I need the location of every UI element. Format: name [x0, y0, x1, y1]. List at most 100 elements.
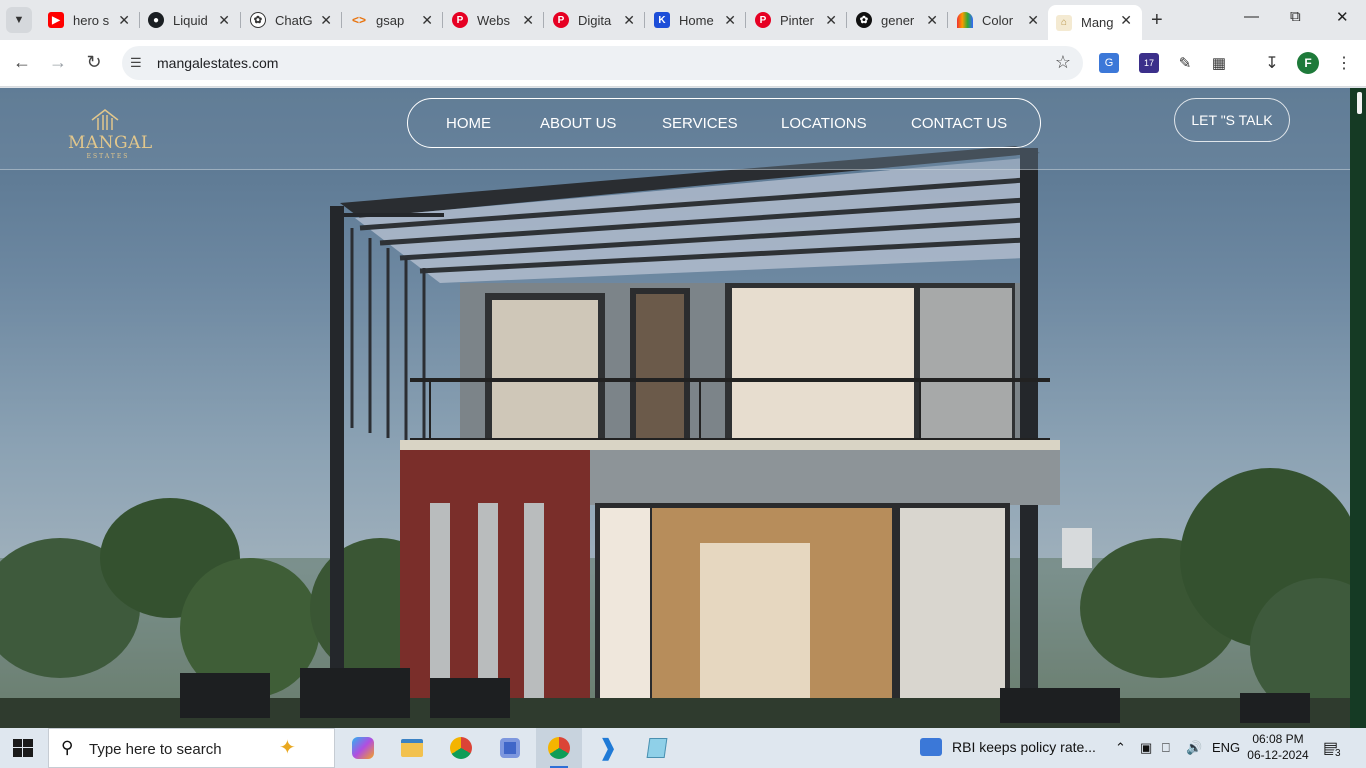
folder-icon: [401, 739, 423, 757]
news-widget[interactable]: RBI keeps policy rate...: [920, 738, 1096, 756]
nav-contact-us[interactable]: CONTACT US: [911, 115, 1007, 132]
taskbar-app-file-explorer[interactable]: [389, 728, 435, 768]
volume-icon[interactable]: 🔊: [1186, 740, 1202, 756]
tab-divider: [543, 12, 544, 28]
browser-tab[interactable]: P Webs ✕: [444, 5, 544, 35]
site-header: MANGAL ESTATES HOME ABOUT US SERVICES LO…: [0, 88, 1350, 170]
browser-tab[interactable]: P Digita ✕: [545, 5, 645, 35]
site-logo[interactable]: MANGAL ESTATES: [68, 108, 152, 160]
browser-tab[interactable]: K Home ✕: [646, 5, 746, 35]
lets-talk-button[interactable]: LET "S TALK: [1174, 98, 1290, 142]
restore-icon: ⧉: [1290, 8, 1301, 25]
address-bar[interactable]: ☰ mangalestates.com ☆: [122, 46, 1083, 80]
close-icon[interactable]: ✕: [118, 12, 130, 29]
page-scrollbar[interactable]: [1350, 88, 1366, 728]
browser-tab[interactable]: ● Liquid ✕: [140, 5, 240, 35]
pen-extension-icon[interactable]: ✎: [1175, 53, 1195, 73]
close-icon[interactable]: ✕: [926, 12, 938, 29]
taskbar-app-settings[interactable]: [487, 728, 533, 768]
browser-tab[interactable]: ✿ ChatG ✕: [242, 5, 342, 35]
tab-divider: [846, 12, 847, 28]
puzzle-extensions-icon[interactable]: ▦: [1209, 53, 1229, 73]
chrome-icon: [450, 737, 472, 759]
translate-extension-icon[interactable]: G: [1099, 53, 1119, 73]
taskbar-app-notepad[interactable]: [634, 728, 680, 768]
nav-about-us[interactable]: ABOUT US: [540, 115, 616, 132]
pinterest-icon: P: [755, 12, 771, 28]
browser-tab[interactable]: ✿ gener ✕: [848, 5, 948, 35]
show-hidden-icons-chevron-icon[interactable]: ⌃: [1115, 740, 1126, 756]
nav-locations[interactable]: LOCATIONS: [781, 115, 867, 132]
notification-count-badge: 3: [1333, 748, 1343, 759]
news-icon: [920, 738, 942, 756]
taskbar-app-chrome-profile[interactable]: [536, 728, 582, 768]
tab-title: ChatG: [275, 12, 313, 28]
browser-tab-active[interactable]: ⌂ Mang ✕: [1048, 5, 1142, 40]
url-text[interactable]: mangalestates.com: [157, 55, 278, 71]
tab-title: Color: [982, 12, 1014, 28]
taskbar-search[interactable]: ⚲ Type here to search ✦: [48, 728, 335, 768]
tab-divider: [240, 12, 241, 28]
browser-tab[interactable]: ▶ hero s ✕: [40, 5, 140, 35]
logo-subtitle: ESTATES: [86, 153, 130, 160]
tab-title: Digita: [578, 12, 612, 28]
hero-house-image: [0, 146, 1350, 728]
meet-now-icon[interactable]: ▣: [1140, 740, 1152, 756]
tab-search-button[interactable]: ▼: [6, 7, 32, 33]
close-icon[interactable]: ✕: [421, 12, 433, 29]
tab-title: gsap: [376, 12, 405, 28]
nav-services[interactable]: SERVICES: [662, 115, 738, 132]
new-tab-button[interactable]: +: [1151, 9, 1163, 32]
tab-divider: [947, 12, 948, 28]
close-icon[interactable]: ✕: [320, 12, 332, 29]
minimize-icon: —: [1244, 8, 1259, 25]
search-icon: ⚲: [61, 738, 74, 757]
close-icon[interactable]: ✕: [1027, 12, 1039, 29]
close-icon[interactable]: ✕: [522, 12, 534, 29]
reload-icon: ↻: [86, 52, 102, 72]
close-icon[interactable]: ✕: [1120, 12, 1132, 29]
close-window-button[interactable]: ✕: [1336, 8, 1349, 26]
pinterest-icon: P: [553, 12, 569, 28]
chatgpt-icon: ✿: [250, 12, 266, 28]
close-icon[interactable]: ✕: [623, 12, 635, 29]
nav-home[interactable]: HOME: [446, 115, 491, 132]
forward-button[interactable]: →: [46, 52, 70, 73]
language-indicator[interactable]: ENG: [1212, 740, 1240, 755]
tab-title: Webs: [477, 12, 510, 28]
minimize-button[interactable]: —: [1244, 8, 1259, 25]
close-icon[interactable]: ✕: [724, 12, 736, 29]
profile-avatar[interactable]: F: [1297, 52, 1319, 74]
system-clock[interactable]: 06:08 PM 06-12-2024: [1246, 731, 1310, 763]
tab-strip: ▼ ▶ hero s ✕ ● Liquid ✕ ✿ ChatG ✕ <> gsa…: [0, 0, 1366, 40]
chevron-down-icon: ▼: [13, 14, 25, 26]
close-icon: ✕: [1336, 9, 1349, 26]
close-icon[interactable]: ✕: [218, 12, 230, 29]
bookmark-star-icon[interactable]: ☆: [1055, 52, 1071, 73]
network-icon[interactable]: ⎕: [1162, 740, 1170, 756]
taskbar-app-copilot[interactable]: [340, 728, 386, 768]
browser-tab[interactable]: P Pinter ✕: [747, 5, 847, 35]
scrollbar-thumb[interactable]: [1357, 92, 1362, 114]
graduation-cap-extension-icon[interactable]: 17: [1139, 53, 1159, 73]
windows-taskbar: ⚲ Type here to search ✦ ❱ RBI keeps poli…: [0, 728, 1366, 768]
menu-kebab-icon[interactable]: ⋮: [1334, 53, 1354, 73]
windows-start-icon[interactable]: [13, 739, 33, 757]
close-icon[interactable]: ✕: [825, 12, 837, 29]
reload-button[interactable]: ↻: [82, 52, 106, 73]
vscode-icon: ❱: [598, 735, 618, 760]
site-info-icon[interactable]: ☰: [130, 55, 142, 71]
taskbar-app-chrome[interactable]: [438, 728, 484, 768]
back-button[interactable]: ←: [10, 52, 34, 73]
tab-title: hero s: [73, 12, 110, 28]
forward-arrow-icon: →: [49, 52, 67, 72]
download-icon[interactable]: ↧: [1262, 53, 1282, 73]
restore-button[interactable]: ⧉: [1290, 8, 1301, 25]
plus-icon: +: [1151, 9, 1163, 31]
page-viewport: MANGAL ESTATES HOME ABOUT US SERVICES LO…: [0, 88, 1366, 728]
k-icon: K: [654, 12, 670, 28]
taskbar-app-vscode[interactable]: ❱: [585, 728, 631, 768]
browser-tab[interactable]: <> gsap ✕: [343, 5, 443, 35]
browser-tab[interactable]: Color ✕: [949, 5, 1049, 35]
mangal-icon: ⌂: [1056, 14, 1072, 31]
